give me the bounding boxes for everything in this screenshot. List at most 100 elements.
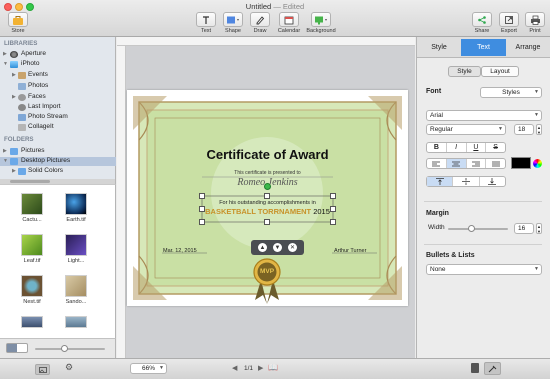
bring-forward-button[interactable]: ▲	[258, 243, 267, 252]
align-bottom-button[interactable]	[480, 177, 505, 186]
selection-handle[interactable]	[264, 193, 270, 199]
align-center-button[interactable]	[446, 159, 467, 168]
slider-knob[interactable]	[61, 345, 68, 352]
italic-button[interactable]: I	[447, 143, 467, 152]
draw-tool-button[interactable]: Draw	[248, 12, 272, 34]
sidebar-item-iphoto[interactable]: iPhoto	[21, 60, 39, 67]
underline-button[interactable]: U	[467, 143, 487, 152]
disclosure-triangle-icon[interactable]: ▼	[3, 61, 8, 67]
color-wheel-icon[interactable]	[533, 159, 542, 168]
align-top-button[interactable]	[427, 177, 454, 186]
tab-text[interactable]: Text	[461, 39, 506, 56]
date-text[interactable]: Mar. 12, 2015	[163, 248, 197, 254]
notes-icon[interactable]	[471, 363, 479, 373]
disclosure-triangle-icon[interactable]: ▶	[3, 148, 7, 154]
shape-tool-button[interactable]: Shape	[221, 12, 245, 34]
bold-button[interactable]: B	[427, 143, 447, 152]
selection-handle[interactable]	[199, 206, 205, 212]
thumbnail-sand[interactable]	[65, 275, 87, 297]
subtab-style[interactable]: Style	[448, 66, 481, 77]
margin-width-field[interactable]: 16	[514, 223, 534, 234]
sidebar-item-aperture[interactable]: Aperture	[21, 50, 46, 57]
font-size-stepper[interactable]: ▲ ▼	[536, 124, 542, 135]
print-button[interactable]: Print	[523, 12, 547, 34]
justify-button[interactable]	[486, 159, 505, 168]
tab-arrange[interactable]: Arrange	[506, 39, 550, 56]
accomplishment-text[interactable]: For his outstanding accomplishments in	[127, 200, 408, 206]
certificate-title[interactable]: Certificate of Award	[127, 147, 408, 162]
align-middle-button[interactable]	[453, 177, 480, 186]
thumbnail-leaf[interactable]	[21, 234, 43, 256]
selection-handle[interactable]	[330, 206, 336, 212]
sidebar-item-events[interactable]: Events	[28, 71, 48, 78]
background-tool-button[interactable]: Background	[303, 12, 339, 34]
sidebar-item-photo-stream[interactable]: Photo Stream	[28, 113, 68, 120]
event-text[interactable]: BASKETBALL TORRNAMENT 2015	[127, 207, 408, 216]
sidebar-item-faces[interactable]: Faces	[28, 93, 46, 100]
store-button[interactable]: Store	[6, 12, 30, 34]
text-tool-button[interactable]: Text	[194, 12, 218, 34]
styles-popup-button[interactable]: Styles ▼	[480, 87, 542, 98]
disclosure-triangle-icon[interactable]: ▼	[3, 158, 8, 164]
selection-handle[interactable]	[199, 219, 205, 225]
thumbnail-lightning[interactable]	[65, 234, 87, 256]
thumbnail-earth[interactable]	[65, 193, 87, 215]
disclosure-triangle-icon[interactable]: ▶	[3, 51, 7, 57]
photo-browser-toggle-button[interactable]	[35, 364, 50, 375]
share-button[interactable]: Share	[470, 12, 494, 34]
sidebar-item-solid-colors[interactable]: Solid Colors	[28, 167, 63, 174]
subtab-layout[interactable]: Layout	[481, 66, 519, 77]
presented-text[interactable]: This certificate is presented to	[127, 170, 408, 176]
calendar-tool-button[interactable]: Calendar	[275, 12, 303, 34]
vertical-alignment-buttons	[426, 176, 506, 187]
delete-element-button[interactable]: ✕	[288, 243, 297, 252]
zoom-select[interactable]: 66% ▼	[130, 363, 167, 374]
font-size-field[interactable]: 18	[514, 124, 534, 135]
selection-handle[interactable]	[330, 193, 336, 199]
background-tool-label: Background	[306, 28, 336, 34]
align-right-button[interactable]	[467, 159, 487, 168]
font-style-select[interactable]: Regular ▼	[426, 124, 506, 135]
slider-knob[interactable]	[468, 225, 475, 232]
view-mode-toggle[interactable]	[6, 343, 28, 353]
selection-handle[interactable]	[264, 219, 270, 225]
rotate-handle[interactable]	[264, 183, 271, 190]
grid-view-icon[interactable]	[7, 344, 17, 352]
thumbnail-nest[interactable]	[21, 275, 43, 297]
thumbnail-partial[interactable]	[65, 316, 87, 328]
thumbnail-cactus[interactable]	[21, 193, 43, 215]
selection-handle[interactable]	[330, 219, 336, 225]
disclosure-triangle-icon[interactable]: ▶	[12, 72, 16, 78]
send-backward-button[interactable]: ▼	[273, 243, 282, 252]
next-page-button[interactable]: ▶	[258, 364, 263, 372]
sidebar-item-photos[interactable]: Photos	[28, 82, 48, 89]
disclosure-triangle-icon[interactable]: ▶	[12, 94, 16, 100]
inspector-toggle-button[interactable]	[484, 362, 501, 375]
sidebar-item-desktop-pictures[interactable]: Desktop Pictures	[21, 157, 70, 164]
chevron-down-icon: ▼	[534, 112, 539, 118]
tab-style[interactable]: Style	[417, 39, 461, 56]
thumbnail-partial[interactable]	[21, 316, 43, 328]
sidebar-item-last-import[interactable]: Last Import	[28, 103, 61, 110]
strikethrough-button[interactable]: S	[486, 143, 505, 152]
mvp-badge[interactable]: MVP	[257, 268, 277, 275]
sidebar-item-collageit[interactable]: CollageIt	[28, 123, 54, 130]
scrollbar-thumb[interactable]	[10, 180, 50, 183]
list-view-icon[interactable]	[17, 344, 27, 352]
selection-handle[interactable]	[199, 193, 205, 199]
margin-width-slider[interactable]	[448, 225, 508, 232]
certificate-page[interactable]: Certificate of Award This certificate is…	[127, 90, 408, 306]
gear-icon[interactable]: ⚙	[65, 362, 73, 373]
font-family-select[interactable]: Arial ▼	[426, 110, 542, 121]
previous-page-button[interactable]: ◀	[232, 364, 237, 372]
text-color-well[interactable]	[511, 157, 531, 169]
margin-width-stepper[interactable]: ▲ ▼	[536, 223, 542, 234]
book-icon[interactable]: 📖	[268, 363, 278, 372]
disclosure-triangle-icon[interactable]: ▶	[12, 168, 16, 174]
export-button[interactable]: Export	[497, 12, 521, 34]
thumbnail-size-slider[interactable]	[35, 345, 105, 352]
bullets-select[interactable]: None ▼	[426, 264, 542, 275]
sidebar-item-pictures[interactable]: Pictures	[21, 147, 44, 154]
signer-text[interactable]: Arthur Turner	[334, 248, 366, 254]
align-left-button[interactable]	[427, 159, 447, 168]
